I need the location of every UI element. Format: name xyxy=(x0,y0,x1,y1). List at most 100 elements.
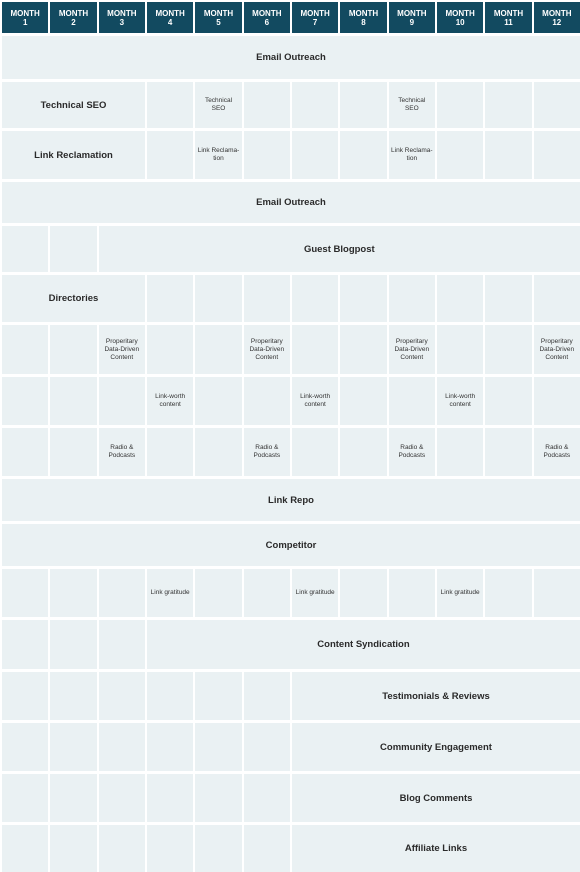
task-label: Link gratitude xyxy=(440,589,480,596)
month-header-7: MONTH 7 xyxy=(291,2,339,33)
empty-cell xyxy=(2,672,49,720)
task-label: Link gratitude xyxy=(295,589,335,596)
testimonials-reviews-cell: Testimonials & Reviews xyxy=(291,672,580,720)
month-number: 6 xyxy=(264,17,270,27)
task-label: Link Reclama-tion xyxy=(391,147,433,162)
task-label: Email Outreach xyxy=(256,197,326,208)
empty-cell xyxy=(146,275,194,322)
link-worth-content-cell: Link-worth content xyxy=(146,377,194,425)
empty-cell xyxy=(436,82,484,128)
empty-cell xyxy=(436,325,484,374)
empty-cell xyxy=(436,275,484,322)
month-number: 5 xyxy=(216,17,221,27)
month-number: 4 xyxy=(167,17,173,27)
empty-cell xyxy=(98,569,145,617)
task-label: Email Outreach xyxy=(256,52,326,63)
competitor-cell: Competitor xyxy=(2,524,580,566)
empty-cell xyxy=(340,428,387,476)
empty-cell xyxy=(146,723,194,771)
task-label: Testimonials & Reviews xyxy=(382,690,490,702)
empty-cell xyxy=(146,428,194,476)
proprietary-content-cell: Properitary Data-Driven Content xyxy=(533,325,580,374)
month-header-6: MONTH 6 xyxy=(243,2,290,33)
empty-cell xyxy=(146,325,194,374)
month-number: 11 xyxy=(504,17,513,27)
proprietary-content-cell: Properitary Data-Driven Content xyxy=(98,325,145,374)
empty-cell xyxy=(340,82,387,128)
link-reclamation-cell: Link Reclamation xyxy=(2,131,145,179)
empty-cell xyxy=(195,428,242,476)
task-label: Community Engagement xyxy=(380,741,492,753)
month-header-3: MONTH 3 xyxy=(98,2,145,33)
empty-cell xyxy=(50,672,97,720)
task-label: Technical SEO xyxy=(204,97,233,112)
empty-cell xyxy=(98,377,145,425)
radio-podcasts-cell: Radio & Podcasts xyxy=(533,428,580,476)
radio-podcasts-cell: Radio & Podcasts xyxy=(98,428,145,476)
empty-cell xyxy=(291,325,339,374)
task-label: Technical SEO xyxy=(398,97,426,112)
empty-cell xyxy=(195,569,242,617)
empty-cell xyxy=(388,275,435,322)
month-header-8: MONTH 8 xyxy=(340,2,387,33)
empty-cell xyxy=(50,569,97,617)
month-label: MONTH xyxy=(348,8,379,18)
empty-cell xyxy=(2,226,49,272)
technical-seo-cell: Technical SEO xyxy=(388,82,435,128)
empty-cell xyxy=(243,569,290,617)
task-label: Link-worth content xyxy=(155,393,186,408)
empty-cell xyxy=(243,275,290,322)
empty-cell xyxy=(340,569,387,617)
empty-cell xyxy=(195,723,242,771)
month-header-9: MONTH 9 xyxy=(388,2,435,33)
task-label: Link Reclama-tion xyxy=(197,147,240,162)
link-worth-content-cell: Link-worth content xyxy=(436,377,484,425)
month-number: 7 xyxy=(312,17,318,27)
directories-cell: Directories xyxy=(2,275,145,322)
empty-cell xyxy=(2,569,49,617)
month-header-10: MONTH 10 xyxy=(436,2,484,33)
month-label: MONTH xyxy=(542,8,572,18)
empty-cell xyxy=(340,377,387,425)
empty-cell xyxy=(485,569,532,617)
content-syndication-cell: Content Syndication xyxy=(146,620,580,669)
month-number: 12 xyxy=(552,17,562,27)
empty-cell xyxy=(533,569,580,617)
empty-cell xyxy=(388,377,435,425)
empty-cell xyxy=(291,82,339,128)
task-label: Radio & Podcasts xyxy=(543,444,571,459)
empty-cell xyxy=(146,774,194,822)
month-number: 3 xyxy=(119,17,125,27)
empty-cell xyxy=(2,428,49,476)
empty-cell xyxy=(98,774,145,822)
empty-cell xyxy=(291,428,339,476)
radio-podcasts-cell: Radio & Podcasts xyxy=(388,428,435,476)
empty-cell xyxy=(388,569,435,617)
empty-cell xyxy=(436,428,484,476)
month-label: MONTH xyxy=(300,8,330,18)
month-label: MONTH xyxy=(397,8,427,18)
empty-cell xyxy=(485,131,532,179)
task-label: Link Reclamation xyxy=(34,149,113,161)
empty-cell xyxy=(195,774,242,822)
month-label: MONTH xyxy=(252,8,282,18)
task-label: Blog Comments xyxy=(399,792,473,804)
blog-comments-cell: Blog Comments xyxy=(291,774,580,822)
link-gratitude-cell: Link gratitude xyxy=(291,569,339,617)
task-label: Link gratitude xyxy=(150,589,190,596)
task-label: Radio & Podcasts xyxy=(398,444,426,459)
link-reclamation-cell: Link Reclama-tion xyxy=(195,131,242,179)
empty-cell xyxy=(533,131,580,179)
month-header-11: MONTH 11 xyxy=(485,2,532,33)
task-label: Competitor xyxy=(265,539,317,551)
month-number: 2 xyxy=(71,17,76,27)
empty-cell xyxy=(50,428,97,476)
empty-cell xyxy=(50,377,97,425)
task-label: Guest Blogpost xyxy=(303,243,375,255)
empty-cell xyxy=(243,131,290,179)
empty-cell xyxy=(50,620,97,669)
proprietary-content-cell: Properitary Data-Driven Content xyxy=(243,325,290,374)
empty-cell xyxy=(436,131,484,179)
task-label: Directories xyxy=(48,293,99,304)
empty-cell xyxy=(243,774,290,822)
